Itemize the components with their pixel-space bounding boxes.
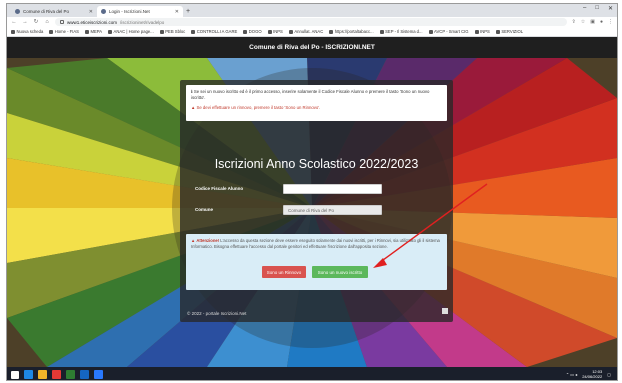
- windows-start-icon[interactable]: [11, 370, 19, 379]
- page-viewport: Comune di Riva del Po - ISCRIZIONI.NET ℹ…: [7, 37, 617, 367]
- bookmark-item[interactable]: SEP - Il Sistema d...: [379, 29, 423, 34]
- excel-icon[interactable]: [66, 370, 75, 379]
- address-bar-row: ← → ↻ ⌂ www1.eticeiscrizioni.com/iscrizi…: [7, 17, 617, 27]
- toolbar-icons: ⇪ ☆ ▣ ● ⋮: [572, 19, 613, 25]
- system-tray: ⌃ ▭ ◂ 12:03 24/06/2022 ▢: [566, 369, 611, 379]
- chrome-icon[interactable]: [52, 370, 61, 379]
- bookmark-icon: [11, 29, 15, 34]
- maximize-button[interactable]: □: [595, 5, 599, 12]
- tab-comune[interactable]: Comune di Riva del Po ✕: [11, 6, 97, 17]
- bookmarks-bar: Nuova scheda Home - FIAS MEPA ANAC | Hom…: [7, 27, 617, 37]
- bookmark-icon: [84, 29, 89, 34]
- bookmark-item[interactable]: INPS: [474, 29, 490, 34]
- close-tab-icon[interactable]: ✕: [89, 9, 93, 15]
- share-icon[interactable]: ⇪: [572, 19, 576, 25]
- back-icon[interactable]: ←: [11, 19, 17, 25]
- sidebar-icon[interactable]: ▣: [590, 19, 595, 25]
- forward-icon[interactable]: →: [22, 19, 28, 25]
- reload-icon[interactable]: ↻: [33, 19, 39, 25]
- annotation-arrow: [373, 183, 488, 268]
- bookmark-item[interactable]: DOGO: [243, 29, 262, 34]
- bookmark-icon: [474, 29, 479, 34]
- file-explorer-icon[interactable]: [38, 370, 47, 379]
- url-path: /iscrizioninet/rivadelpo: [120, 19, 165, 25]
- notifications-icon[interactable]: ▢: [607, 372, 611, 377]
- bookmark-item[interactable]: ANAC | Home page...: [108, 29, 154, 34]
- bookmark-icon: [428, 29, 433, 34]
- close-window-button[interactable]: ✕: [608, 5, 613, 12]
- bookmark-item[interactable]: CONTROLLI A GARE: [191, 29, 237, 34]
- window-controls: – □ ✕: [583, 5, 613, 12]
- word-icon[interactable]: [80, 370, 89, 379]
- bookmark-icon: [267, 29, 272, 34]
- tab-label: Login - Iscrizioni.Net: [109, 9, 150, 14]
- bookmark-item[interactable]: SERVIZIOL: [495, 29, 523, 34]
- bookmark-item[interactable]: MEPA: [84, 29, 102, 34]
- tab-label: Comune di Riva del Po: [23, 9, 70, 14]
- close-tab-icon[interactable]: ✕: [175, 9, 179, 15]
- bookmark-icon: [191, 29, 196, 34]
- bookmark-item[interactable]: Nuova scheda: [11, 29, 43, 34]
- bookmark-item[interactable]: INPS: [267, 29, 283, 34]
- tab-bar: Comune di Riva del Po ✕ Login - Iscrizio…: [7, 4, 617, 17]
- url-host: www1.eticeiscrizioni.com: [67, 19, 118, 25]
- bookmark-icon: [329, 29, 334, 34]
- bookmark-icon: [495, 29, 500, 34]
- bookmark-item[interactable]: https://portaltabacc...: [329, 29, 374, 34]
- bookmark-item[interactable]: Home - FIAS: [49, 29, 79, 34]
- clock[interactable]: 12:03 24/06/2022: [582, 369, 602, 379]
- edge-icon[interactable]: [24, 370, 33, 379]
- favicon-icon: [15, 9, 20, 14]
- browser-window: Comune di Riva del Po ✕ Login - Iscrizio…: [6, 3, 618, 381]
- bookmark-item[interactable]: Annullat. ANAC: [288, 29, 323, 34]
- bookmark-icon: [108, 29, 113, 34]
- tab-login[interactable]: Login - Iscrizioni.Net ✕: [97, 6, 183, 17]
- new-tab-button[interactable]: +: [183, 6, 193, 17]
- menu-icon[interactable]: ⋮: [608, 19, 613, 25]
- bookmark-icon: [159, 29, 164, 34]
- windows-taskbar: ⌃ ▭ ◂ 12:03 24/06/2022 ▢: [7, 367, 617, 380]
- favicon-icon: [101, 9, 106, 14]
- bookmark-icon: [243, 29, 248, 34]
- home-icon[interactable]: ⌂: [44, 19, 50, 25]
- lock-icon: [60, 20, 64, 24]
- bookmark-item[interactable]: AVCP - Smart CIG: [428, 29, 469, 34]
- bookmark-star-icon[interactable]: ☆: [581, 19, 585, 25]
- minimize-button[interactable]: –: [583, 5, 586, 12]
- tray-icons[interactable]: ⌃ ▭ ◂: [566, 372, 577, 377]
- profile-icon[interactable]: ●: [600, 19, 603, 25]
- bookmark-icon: [49, 29, 54, 34]
- bookmark-item[interactable]: PEB Sbloc: [159, 29, 185, 34]
- app-icon[interactable]: [94, 370, 103, 379]
- bookmark-icon: [288, 29, 293, 34]
- bookmark-icon: [379, 29, 384, 34]
- url-field[interactable]: www1.eticeiscrizioni.com/iscrizioninet/r…: [55, 18, 567, 26]
